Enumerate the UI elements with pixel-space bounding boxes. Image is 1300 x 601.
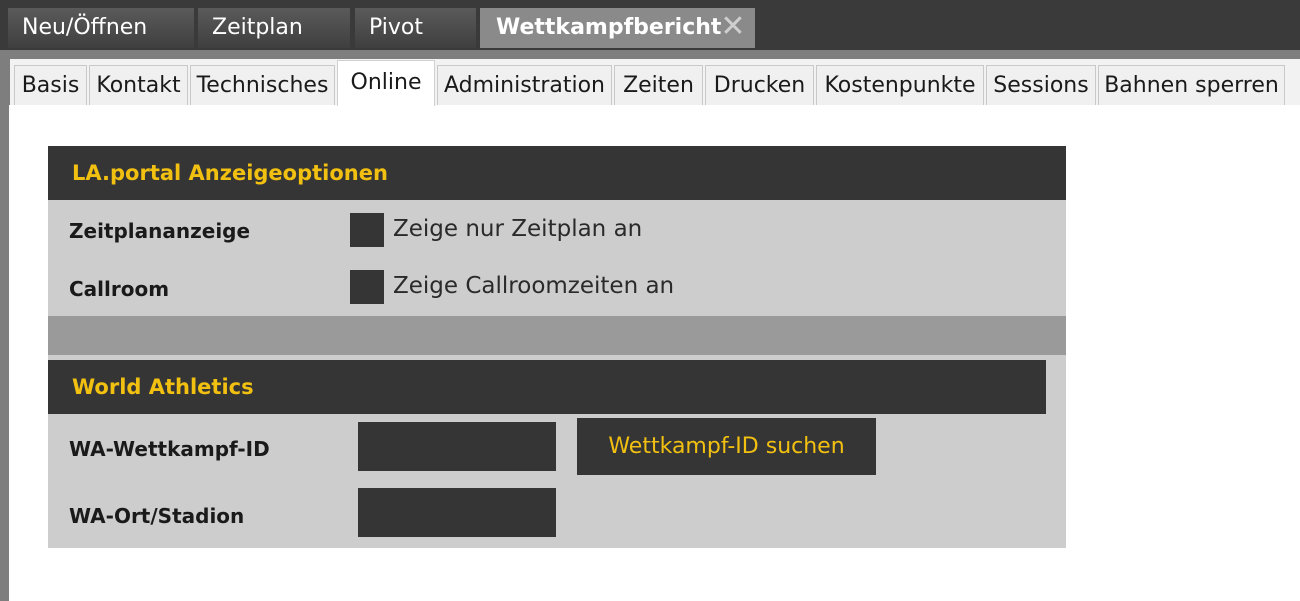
tab-label: Zeitplan [212, 15, 303, 40]
search-competition-id-button[interactable]: Wettkampf-ID suchen [577, 418, 876, 475]
subtab-bahnen-sperren[interactable]: Bahnen sperren [1098, 65, 1285, 105]
search-button-label: Wettkampf-ID suchen [608, 434, 845, 459]
subtab-zeiten[interactable]: Zeiten [614, 65, 703, 105]
content-left-border [0, 105, 9, 601]
tab-label: Wettkampfbericht [496, 15, 722, 40]
tab-pivot[interactable]: Pivot [355, 8, 476, 48]
subtab-label: Administration [444, 73, 605, 98]
subtab-label: Kontakt [96, 73, 181, 98]
zeitplananzeige-checkbox-label[interactable]: Zeige nur Zeitplan an [393, 216, 642, 242]
callroom-checkbox-label[interactable]: Zeige Callroomzeiten an [393, 273, 674, 299]
world-athletics-section-header: World Athletics [48, 360, 1046, 414]
zeitplananzeige-label: Zeitplananzeige [69, 219, 251, 243]
wa-venue-label: WA-Ort/Stadion [69, 504, 245, 528]
wa-venue-input[interactable] [358, 488, 556, 537]
section-title: World Athletics [72, 375, 254, 399]
tab-label: Neu/Öffnen [22, 15, 148, 40]
laportal-section-header: LA.portal Anzeigeoptionen [48, 146, 1066, 200]
subtab-label: Technisches [196, 73, 329, 98]
callroom-label: Callroom [69, 277, 170, 301]
subtab-label: Online [350, 70, 422, 95]
subtab-basis[interactable]: Basis [14, 65, 87, 105]
subtab-label: Basis [21, 73, 80, 98]
subtab-label: Drucken [713, 73, 806, 98]
subtab-sessions[interactable]: Sessions [986, 65, 1096, 105]
wa-competition-id-label: WA-Wettkampf-ID [69, 437, 270, 461]
wa-competition-id-input[interactable] [358, 422, 556, 471]
close-icon[interactable]: ✕ [719, 8, 747, 48]
subtab-technisches[interactable]: Technisches [190, 65, 335, 105]
subtab-kostenpunkte[interactable]: Kostenpunkte [816, 65, 984, 105]
subtab-online[interactable]: Online [337, 60, 435, 106]
subtab-label: Bahnen sperren [1104, 73, 1279, 98]
subtab-drucken[interactable]: Drucken [705, 65, 814, 105]
tab-wettkampfbericht[interactable]: Wettkampfbericht ✕ [480, 8, 755, 48]
subtab-kontakt[interactable]: Kontakt [89, 65, 188, 105]
subtab-administration[interactable]: Administration [437, 65, 612, 105]
tab-neu-oeffnen[interactable]: Neu/Öffnen [8, 8, 194, 48]
main-tab-bar: Neu/Öffnen Zeitplan Pivot Wettkampfberic… [0, 0, 1300, 50]
subtab-label: Kostenpunkte [824, 73, 976, 98]
zeitplananzeige-checkbox[interactable] [350, 213, 384, 247]
tab-zeitplan[interactable]: Zeitplan [198, 8, 350, 48]
subtab-label: Sessions [993, 73, 1089, 98]
callroom-checkbox[interactable] [350, 270, 384, 304]
section-title: LA.portal Anzeigeoptionen [72, 161, 388, 185]
subtab-label: Zeiten [623, 73, 694, 98]
section-separator [48, 316, 1066, 355]
tab-label: Pivot [369, 15, 424, 40]
